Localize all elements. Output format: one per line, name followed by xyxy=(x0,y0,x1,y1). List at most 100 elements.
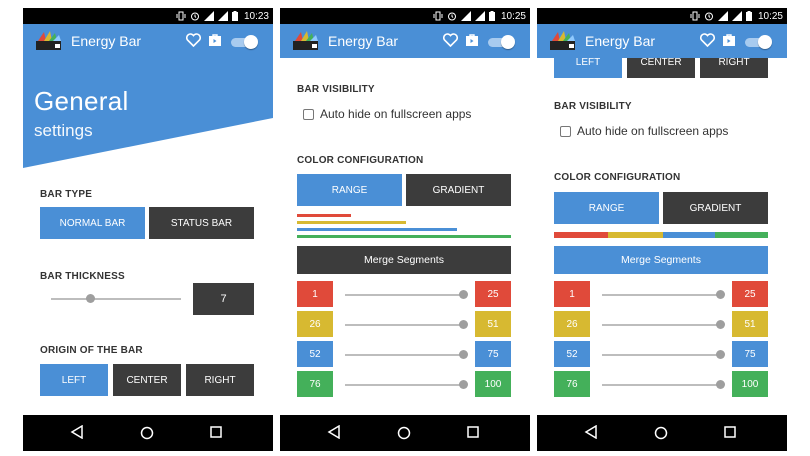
recent-apps-icon[interactable] xyxy=(724,426,736,438)
vibrate-icon xyxy=(176,11,186,21)
enable-toggle[interactable] xyxy=(231,35,259,49)
segment-start-box[interactable]: 26 xyxy=(297,311,333,337)
origin-left-button[interactable]: LEFT xyxy=(40,364,108,396)
merged-bar-red xyxy=(554,232,608,238)
segment-slider-thumb[interactable] xyxy=(716,290,725,299)
normal-bar-button[interactable]: NORMAL BAR xyxy=(40,207,145,239)
merged-bar-yellow xyxy=(608,232,663,238)
segment-slider-thumb[interactable] xyxy=(716,350,725,359)
heart-icon[interactable] xyxy=(700,33,715,47)
segment-end-box[interactable]: 25 xyxy=(475,281,511,307)
origin-right-button[interactable]: RIGHT xyxy=(186,364,254,396)
merge-segments-button[interactable]: Merge Segments xyxy=(297,246,511,274)
app-title: Energy Bar xyxy=(71,33,142,49)
battery-icon xyxy=(488,11,495,21)
segment-end-box[interactable]: 100 xyxy=(732,371,768,397)
phone-screen-color-configuration: 10:25 Energy Bar BAR VISIBILITY Auto hid… xyxy=(280,8,530,451)
segment-start-box[interactable]: 1 xyxy=(554,281,590,307)
heart-icon[interactable] xyxy=(443,33,458,47)
segment-start-box[interactable]: 52 xyxy=(297,341,333,367)
cell-signal-icon xyxy=(731,11,742,21)
status-bar: 10:25 xyxy=(280,8,530,24)
segment-slider-thumb[interactable] xyxy=(459,290,468,299)
bar-type-label: BAR TYPE xyxy=(40,189,93,200)
segment-start-box[interactable]: 26 xyxy=(554,311,590,337)
status-time: 10:25 xyxy=(757,10,783,22)
merge-segments-button[interactable]: Merge Segments xyxy=(554,246,768,274)
wifi-signal-icon xyxy=(203,11,214,21)
preview-line-red xyxy=(297,214,351,217)
segment-start-box[interactable]: 1 xyxy=(297,281,333,307)
segment-slider-track[interactable] xyxy=(602,324,722,326)
enable-toggle[interactable] xyxy=(745,35,773,49)
phone-screen-general-settings: 10:23 Energy Bar General settings BAR TY… xyxy=(23,8,273,451)
segment-end-box[interactable]: 25 xyxy=(732,281,768,307)
color-config-label: COLOR CONFIGURATION xyxy=(297,155,424,166)
segment-slider-track[interactable] xyxy=(602,384,722,386)
thickness-slider-track[interactable] xyxy=(51,298,181,300)
navigation-bar xyxy=(537,415,787,451)
segment-slider-track[interactable] xyxy=(345,294,465,296)
segment-slider-track[interactable] xyxy=(602,294,722,296)
segment-slider-track[interactable] xyxy=(345,354,465,356)
merged-bar-green xyxy=(715,232,768,238)
hero-subtitle: settings xyxy=(34,121,93,140)
segment-slider-thumb[interactable] xyxy=(716,320,725,329)
segment-end-box[interactable]: 51 xyxy=(475,311,511,337)
segment-slider-thumb[interactable] xyxy=(459,320,468,329)
origin-label: ORIGIN OF THE BAR xyxy=(40,345,143,356)
segment-slider-thumb[interactable] xyxy=(716,380,725,389)
app-bar: Energy Bar xyxy=(537,24,787,58)
segment-slider-track[interactable] xyxy=(345,324,465,326)
app-bar: Energy Bar xyxy=(280,24,530,58)
thickness-value-box[interactable]: 7 xyxy=(193,283,254,315)
status-bar-button[interactable]: STATUS BAR xyxy=(149,207,254,239)
segment-slider-thumb[interactable] xyxy=(459,380,468,389)
back-icon[interactable] xyxy=(584,425,598,439)
recent-apps-icon[interactable] xyxy=(210,426,222,438)
segment-start-box[interactable]: 76 xyxy=(554,371,590,397)
auto-hide-checkbox[interactable] xyxy=(560,126,571,137)
auto-hide-label: Auto hide on fullscreen apps xyxy=(320,107,472,121)
shop-bag-icon[interactable] xyxy=(465,33,479,47)
thickness-slider-thumb[interactable] xyxy=(86,294,95,303)
cell-signal-icon xyxy=(474,11,485,21)
heart-icon[interactable] xyxy=(186,33,201,47)
segment-start-box[interactable]: 76 xyxy=(297,371,333,397)
origin-center-button[interactable]: CENTER xyxy=(627,58,695,78)
range-button[interactable]: RANGE xyxy=(297,174,402,206)
home-icon[interactable] xyxy=(397,426,411,440)
status-bar: 10:25 xyxy=(537,8,787,24)
segment-end-box[interactable]: 75 xyxy=(475,341,511,367)
hero-title: General xyxy=(34,86,129,116)
alarm-icon xyxy=(447,12,456,21)
segment-slider-thumb[interactable] xyxy=(459,350,468,359)
shop-bag-icon[interactable] xyxy=(722,33,736,47)
gradient-button[interactable]: GRADIENT xyxy=(406,174,511,206)
energy-bar-logo-icon xyxy=(550,31,575,50)
shop-bag-icon[interactable] xyxy=(208,33,222,47)
auto-hide-checkbox[interactable] xyxy=(303,109,314,120)
recent-apps-icon[interactable] xyxy=(467,426,479,438)
enable-toggle[interactable] xyxy=(488,35,516,49)
segment-slider-track[interactable] xyxy=(345,384,465,386)
bar-visibility-label: BAR VISIBILITY xyxy=(554,101,632,112)
range-button[interactable]: RANGE xyxy=(554,192,659,224)
origin-left-button[interactable]: LEFT xyxy=(554,58,622,78)
origin-right-button[interactable]: RIGHT xyxy=(700,58,768,78)
settings-content: LEFT CENTER RIGHT BAR VISIBILITY Auto hi… xyxy=(537,58,787,415)
home-icon[interactable] xyxy=(654,426,668,440)
segment-start-box[interactable]: 52 xyxy=(554,341,590,367)
segment-end-box[interactable]: 100 xyxy=(475,371,511,397)
app-title: Energy Bar xyxy=(585,33,656,49)
back-icon[interactable] xyxy=(70,425,84,439)
status-bar: 10:23 xyxy=(23,8,273,24)
origin-center-button[interactable]: CENTER xyxy=(113,364,181,396)
segment-end-box[interactable]: 75 xyxy=(732,341,768,367)
back-icon[interactable] xyxy=(327,425,341,439)
gradient-button[interactable]: GRADIENT xyxy=(663,192,768,224)
home-icon[interactable] xyxy=(140,426,154,440)
segment-slider-track[interactable] xyxy=(602,354,722,356)
segment-end-box[interactable]: 51 xyxy=(732,311,768,337)
navigation-bar xyxy=(23,415,273,451)
